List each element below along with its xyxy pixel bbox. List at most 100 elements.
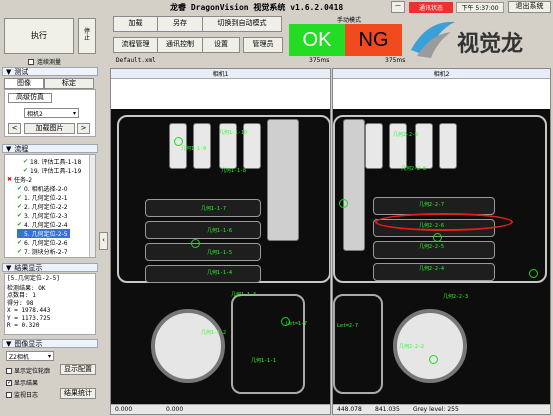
- tree-item-label: 2. 几何定位-2-2: [24, 204, 68, 211]
- settings-button[interactable]: 设置: [202, 37, 240, 53]
- tree-item[interactable]: ✔ 4. 几何定位-2-4: [17, 220, 68, 229]
- checkbox-box-checked: ✓: [6, 378, 13, 386]
- tree-item-label: 0. 相机选择-2-0: [24, 186, 68, 193]
- viewer-2-grey-level: Grey level: 255: [413, 406, 459, 413]
- camera-select-value: 相机2: [27, 110, 43, 118]
- tree-item[interactable]: ✔ 3. 几何定位-2-3: [17, 211, 68, 220]
- section-header-image[interactable]: ▼ 图像显示: [2, 339, 98, 348]
- save-as-button[interactable]: 另存: [157, 16, 203, 32]
- admin-button[interactable]: 管理员: [243, 37, 283, 53]
- minimize-button[interactable]: －: [391, 1, 405, 13]
- exit-button[interactable]: 退出系统: [508, 1, 551, 13]
- check-icon: ✔: [17, 212, 23, 219]
- flow-manage-button[interactable]: 流程管理: [113, 37, 158, 53]
- switch-auto-mode-button[interactable]: 切换到自动模式: [202, 16, 282, 32]
- check-icon: ✔: [17, 239, 23, 246]
- checkbox-box: [28, 58, 34, 65]
- prev-image-button[interactable]: <: [8, 123, 21, 134]
- collapse-icon: ▼: [6, 263, 12, 272]
- tab-advanced-sim[interactable]: 高级仿真: [8, 93, 52, 103]
- collapse-icon: ▼: [6, 339, 12, 348]
- checkbox-box: [6, 391, 12, 398]
- tree-item-selected[interactable]: ✔ 5. 几何定位-2-5: [17, 229, 70, 238]
- section-title-test: 测试: [14, 67, 29, 76]
- next-image-button[interactable]: >: [77, 123, 90, 134]
- tree-item[interactable]: ✔ 18. 评估工具-1-18: [23, 157, 81, 166]
- load-image-button[interactable]: 加载图片: [24, 123, 75, 134]
- tree-item[interactable]: ✔ 0. 相机选择-2-0: [17, 184, 68, 193]
- viewer-1[interactable]: 相机1 几何1-1-10 几何1-1-9 几何1-1-8 几何1-1-7 几何1…: [110, 68, 331, 415]
- chevron-down-icon: ▾: [72, 109, 76, 117]
- time-left: 375ms: [309, 57, 330, 64]
- ng-indicator: NG: [345, 24, 402, 56]
- tree-item-label: 1. 几何定位-2-1: [24, 195, 68, 202]
- result-panel: [5.几何定位-2-5] 检测结果: OK 点数目: 1 得分: 98 X = …: [4, 273, 96, 335]
- tab-image[interactable]: 图像: [4, 78, 44, 89]
- chevron-left-icon: ‹: [102, 236, 105, 245]
- tree-item-label: 3. 几何定位-2-3: [24, 213, 68, 220]
- result-line: X = 1978.443: [7, 307, 51, 314]
- clock: 下午 5:37:00: [456, 2, 504, 13]
- display-camera-select[interactable]: Z2相机 ▾: [6, 351, 54, 361]
- show-contour-checkbox[interactable]: 显示定位轮廓: [6, 366, 50, 375]
- tree-scrollbar[interactable]: [89, 155, 95, 257]
- comm-control-button[interactable]: 通讯控制: [157, 37, 203, 53]
- continuous-measure-checkbox[interactable]: 连续测量: [28, 57, 61, 66]
- comm-status-badge: 通讯状态: [409, 2, 453, 13]
- check-icon: ✔: [17, 221, 23, 228]
- viewer-1-coord-x: 0.000: [115, 406, 133, 413]
- tree-item-label: 7. 测块分析-2-7: [24, 249, 68, 256]
- check-icon: ✔: [17, 248, 23, 255]
- camera-1-image: 几何1-1-10 几何1-1-9 几何1-1-8 几何1-1-7 几何1-1-6…: [111, 109, 330, 405]
- tree-item[interactable]: ✔ 2. 几何定位-2-2: [17, 202, 68, 211]
- tree-item[interactable]: ✔ 7. 测块分析-2-7: [17, 247, 68, 256]
- section-header-flow[interactable]: ▼ 流程: [2, 144, 98, 153]
- section-header-test[interactable]: ▼ 测试: [2, 67, 98, 76]
- logo-text: 视觉龙: [457, 32, 524, 57]
- viewer-2[interactable]: 相机2 几何2-2-9 几何2-2-8 几何2-2-7 几何2-2-6 几何2-…: [332, 68, 551, 415]
- tree-item-label: 19. 评估工具-1-19: [30, 168, 82, 175]
- viewer-2-coord-y: 841.035: [375, 406, 400, 413]
- check-icon: ✔: [17, 230, 23, 237]
- checkbox-box: [6, 367, 12, 374]
- tree-item[interactable]: ✖ 任务-2: [7, 175, 32, 184]
- flow-tree: ✔ 18. 评估工具-1-18 ✔ 19. 评估工具-1-19 ✖ 任务-2 ✔ 0. …: [4, 154, 96, 258]
- camera-select[interactable]: 相机2 ▾: [24, 108, 79, 118]
- viewer-2-status: 448.078 841.035 Grey level: 255: [333, 404, 550, 414]
- viewer-2-coord-x: 448.078: [337, 406, 362, 413]
- check-icon: ✔: [17, 203, 23, 210]
- time-right: 375ms: [385, 57, 406, 64]
- viewer-1-title: 相机1: [111, 69, 330, 79]
- result-line: 点数目: 1: [7, 292, 36, 299]
- monitor-log-checkbox[interactable]: 监视日志: [6, 390, 38, 399]
- window-title: 龙睿 DragonVision 视觉系统 v1.6.2.0418: [170, 3, 344, 12]
- collapse-left-panel-button[interactable]: ‹: [99, 232, 108, 250]
- collapse-icon: ▼: [6, 144, 12, 153]
- result-stats-button[interactable]: 结果统计: [60, 388, 96, 399]
- load-button[interactable]: 加载: [113, 16, 158, 32]
- collapse-icon: ▼: [6, 67, 12, 76]
- display-config-button[interactable]: 显示配置: [60, 364, 96, 375]
- result-line: 得分: 98: [7, 299, 34, 307]
- show-result-checkbox[interactable]: ✓ 显示结果: [6, 378, 38, 387]
- chevron-down-icon: ▾: [47, 352, 51, 360]
- tab-calibration[interactable]: 标定: [44, 78, 94, 89]
- section-title-image: 图像显示: [14, 339, 43, 348]
- viewer-1-status: 0.000 0.000: [111, 404, 330, 414]
- continuous-measure-label: 连续测量: [37, 59, 62, 66]
- error-x-icon: ✖: [7, 176, 13, 183]
- run-button[interactable]: 执行: [4, 18, 74, 54]
- result-line: 检测结果: OK: [7, 284, 46, 292]
- result-header: [5.几何定位-2-5]: [7, 275, 60, 282]
- tree-item-label: 任务-2: [14, 177, 33, 184]
- tree-item-label: 6. 几何定位-2-6: [24, 240, 68, 247]
- tree-item-label: 5. 几何定位-2-5: [24, 231, 68, 238]
- check-icon: ✔: [17, 194, 23, 201]
- show-result-label: 显示结果: [14, 380, 39, 387]
- result-line: Y = 1173.725: [7, 314, 51, 322]
- tree-item[interactable]: ✔ 19. 评估工具-1-19: [23, 166, 81, 175]
- tree-item[interactable]: ✔ 1. 几何定位-2-1: [17, 193, 68, 202]
- stop-button[interactable]: 停止: [78, 18, 96, 54]
- section-header-result[interactable]: ▼ 结果显示: [2, 263, 98, 272]
- tree-item[interactable]: ✔ 6. 几何定位-2-6: [17, 238, 68, 247]
